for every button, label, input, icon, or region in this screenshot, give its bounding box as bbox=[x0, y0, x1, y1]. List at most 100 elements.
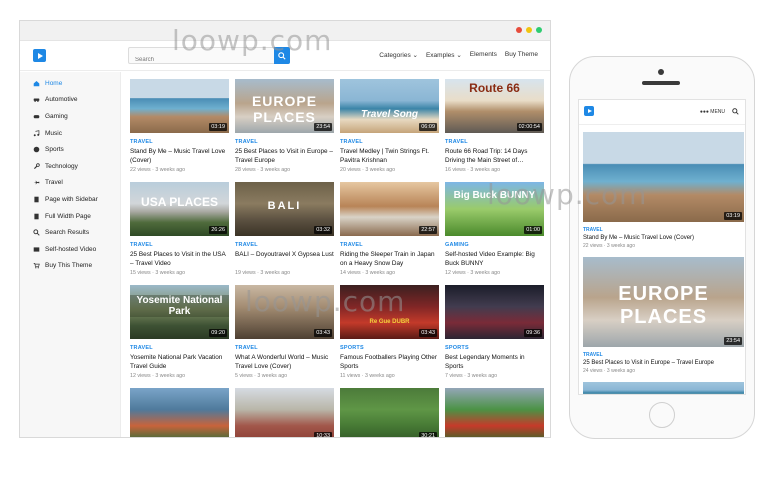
video-category[interactable]: TRAVEL bbox=[130, 242, 229, 248]
video-title[interactable]: Self-hosted Video Example: Big Buck BUNN… bbox=[445, 251, 544, 268]
mobile-logo[interactable] bbox=[584, 106, 594, 116]
video-title[interactable]: 25 Best Places to Visit in Europe – Trav… bbox=[235, 148, 334, 165]
video-views: 20 views bbox=[340, 167, 361, 173]
video-title[interactable]: Best Legendary Moments in Sports bbox=[445, 354, 544, 371]
video-category[interactable]: SPORTS bbox=[445, 345, 544, 351]
search-icon bbox=[32, 229, 40, 237]
sidebar-item-full-width-page[interactable]: Full Width Page bbox=[20, 208, 120, 225]
video-card[interactable]: 22:57 TRAVEL Riding the Sleeper Train in J… bbox=[340, 182, 439, 276]
video-card[interactable]: 03:19 TRAVEL Stand By Me – Music Travel Lo… bbox=[130, 79, 229, 173]
video-views: 5 views bbox=[235, 373, 253, 379]
sidebar-item-search-results[interactable]: Search Results bbox=[20, 224, 120, 241]
video-title[interactable]: Travel Medley | Twin Strings Ft. Pavitra… bbox=[340, 148, 439, 165]
browser-window: Categories ⌄ Examples ⌄ Elements Buy The… bbox=[19, 20, 551, 438]
video-card[interactable]: 30:21 bbox=[340, 388, 439, 438]
site-logo[interactable] bbox=[33, 49, 46, 62]
video-thumbnail[interactable]: 09:36 bbox=[445, 285, 544, 339]
video-category[interactable]: TRAVEL bbox=[445, 139, 544, 145]
gamepad-icon bbox=[32, 112, 40, 120]
video-category[interactable]: TRAVEL bbox=[130, 345, 229, 351]
video-icon bbox=[32, 245, 40, 253]
mobile-video-card[interactable]: EUROPE PLACES 23:54 TRAVEL 25 Best Places t… bbox=[583, 257, 744, 374]
sidebar-item-travel[interactable]: Travel bbox=[20, 175, 120, 192]
video-thumbnail[interactable]: EUROPE PLACES 23:54 bbox=[583, 257, 744, 347]
video-category[interactable]: TRAVEL bbox=[583, 352, 744, 358]
video-thumbnail[interactable] bbox=[445, 388, 544, 437]
video-age: 3 weeks ago bbox=[365, 270, 396, 276]
video-meta: 15 views · 3 weeks ago bbox=[130, 270, 186, 276]
sidebar-item-page-with-sidebar[interactable]: Page with Sidebar bbox=[20, 191, 120, 208]
video-title[interactable]: Riding the Sleeper Train in Japan on a H… bbox=[340, 251, 439, 268]
thumbnail-overlay-text: EUROPE PLACES bbox=[251, 93, 318, 125]
video-card[interactable]: 09:36 SPORTS Best Legendary Moments in Spo… bbox=[445, 285, 544, 379]
video-thumbnail[interactable]: 03:19 bbox=[130, 79, 229, 133]
video-title[interactable]: Yosemite National Park Vacation Travel G… bbox=[130, 354, 229, 371]
video-title[interactable]: 25 Best Places to Visit in the USA – Tra… bbox=[130, 251, 229, 268]
video-title[interactable]: 25 Best Places to Visit in Europe – Trav… bbox=[583, 360, 744, 366]
video-thumbnail[interactable] bbox=[583, 382, 744, 394]
home-button[interactable] bbox=[649, 402, 675, 428]
nav-buy-theme[interactable]: Buy Theme bbox=[505, 51, 538, 59]
watermark: loowp.com bbox=[487, 178, 648, 211]
video-duration: 26:26 bbox=[209, 226, 227, 234]
video-duration: 03:43 bbox=[314, 329, 332, 337]
video-card[interactable]: 10:33 bbox=[235, 388, 334, 437]
mobile-menu-button[interactable]: ●●● MENU bbox=[700, 109, 725, 115]
video-card[interactable]: Route 66 02:00:54 TRAVEL Route 66 Road Trip… bbox=[445, 79, 544, 173]
sidebar-item-home[interactable]: Home bbox=[20, 75, 120, 92]
sidebar-item-label: Gaming bbox=[45, 112, 68, 120]
sidebar-item-music[interactable]: Music bbox=[20, 125, 120, 142]
nav-elements[interactable]: Elements bbox=[470, 51, 497, 59]
video-card[interactable]: EUROPE PLACES 23:54 TRAVEL 25 Best Places t… bbox=[235, 79, 334, 173]
video-card[interactable] bbox=[445, 388, 544, 437]
video-age: 3 weeks ago bbox=[467, 373, 498, 379]
video-duration: 09:36 bbox=[524, 329, 542, 337]
video-thumbnail[interactable]: Route 66 02:00:54 bbox=[445, 79, 544, 133]
video-title[interactable]: Stand By Me – Music Travel Love (Cover) bbox=[130, 148, 229, 165]
window-dot[interactable] bbox=[536, 27, 542, 33]
sidebar-item-technology[interactable]: Technology bbox=[20, 158, 120, 175]
video-thumbnail[interactable]: 22:57 bbox=[340, 182, 439, 236]
video-category[interactable]: TRAVEL bbox=[130, 139, 229, 145]
video-title[interactable]: Famous Footballers Playing Other Sports bbox=[340, 354, 439, 371]
video-category[interactable]: SPORTS bbox=[340, 345, 439, 351]
sidebar-item-automotive[interactable]: Automotive bbox=[20, 92, 120, 109]
video-card[interactable] bbox=[130, 388, 229, 437]
video-title[interactable]: What A Wonderful World – Music Travel Lo… bbox=[235, 354, 334, 371]
video-thumbnail[interactable] bbox=[130, 388, 229, 437]
video-card[interactable]: BALI 03:32 TRAVEL BALI – Doyoutravel X Gyps… bbox=[235, 182, 334, 276]
sidebar-item-self-hosted-video[interactable]: Self-hosted Video bbox=[20, 241, 120, 258]
video-category[interactable]: TRAVEL bbox=[235, 345, 334, 351]
sidebar-item-buy-this-theme[interactable]: Buy This Theme bbox=[20, 258, 120, 275]
video-thumbnail[interactable]: USA PLACES 26:26 bbox=[130, 182, 229, 236]
video-card[interactable]: USA PLACES 26:26 TRAVEL 25 Best Places to V… bbox=[130, 182, 229, 276]
video-thumbnail[interactable]: Yosemite National Park 09:20 bbox=[130, 285, 229, 339]
video-card[interactable]: Travel Song 06:09 TRAVEL Travel Medley | Tw… bbox=[340, 79, 439, 173]
video-title[interactable]: Route 66 Road Trip: 14 Days Driving the … bbox=[445, 148, 544, 165]
video-category[interactable]: TRAVEL bbox=[235, 139, 334, 145]
video-thumbnail[interactable]: 10:33 bbox=[235, 388, 334, 437]
video-duration: 30:21 bbox=[419, 432, 437, 438]
sidebar-item-sports[interactable]: Sports bbox=[20, 141, 120, 158]
video-thumbnail[interactable]: 30:21 bbox=[340, 388, 439, 438]
video-thumbnail[interactable]: BALI 03:32 bbox=[235, 182, 334, 236]
video-thumbnail[interactable]: EUROPE PLACES 23:54 bbox=[235, 79, 334, 133]
video-category[interactable]: TRAVEL bbox=[340, 242, 439, 248]
video-title[interactable]: BALI – Doyoutravel X Gypsea Lust bbox=[235, 251, 334, 268]
video-category[interactable]: TRAVEL bbox=[235, 242, 334, 248]
video-thumbnail[interactable]: Travel Song 06:09 bbox=[340, 79, 439, 133]
video-category[interactable]: TRAVEL bbox=[340, 139, 439, 145]
video-meta: 5 views · 3 weeks ago bbox=[235, 373, 288, 379]
video-category[interactable]: TRAVEL bbox=[583, 227, 744, 233]
sidebar-item-gaming[interactable]: Gaming bbox=[20, 108, 120, 125]
window-dot[interactable] bbox=[516, 27, 522, 33]
search-icon[interactable] bbox=[732, 108, 739, 115]
video-card[interactable]: Yosemite National Park 09:20 TRAVEL Yosemit… bbox=[130, 285, 229, 379]
ball-icon bbox=[32, 146, 40, 154]
nav-categories[interactable]: Categories ⌄ bbox=[379, 51, 418, 59]
video-category[interactable]: GAMING bbox=[445, 242, 544, 248]
video-duration: 03:43 bbox=[419, 329, 437, 337]
window-dot[interactable] bbox=[526, 27, 532, 33]
video-title[interactable]: Stand By Me – Music Travel Love (Cover) bbox=[583, 235, 744, 241]
nav-examples[interactable]: Examples ⌄ bbox=[426, 51, 462, 59]
